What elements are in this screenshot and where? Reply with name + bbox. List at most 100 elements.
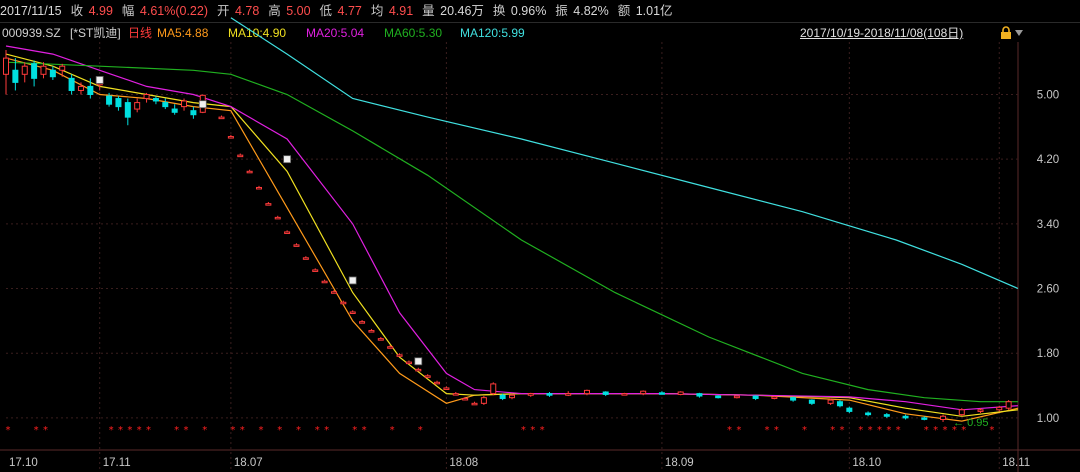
candle-body	[415, 368, 422, 372]
candle-body	[434, 381, 441, 385]
candle-body	[162, 102, 169, 108]
candle-body	[227, 136, 234, 139]
x-tick-label: 17.10	[9, 457, 38, 469]
candle-body	[293, 244, 300, 247]
candle-body	[902, 415, 909, 419]
candle-body	[284, 231, 291, 234]
event-star: *	[146, 425, 151, 436]
event-star: *	[830, 425, 835, 436]
candle-body	[733, 395, 740, 399]
event-marker	[414, 357, 423, 366]
candle-body	[115, 98, 122, 108]
candle-body	[883, 414, 890, 417]
event-star: *	[886, 425, 891, 436]
event-marker	[348, 276, 357, 285]
event-star: *	[418, 425, 423, 436]
candle-body	[396, 354, 403, 357]
event-star: *	[6, 425, 11, 436]
event-marker	[198, 100, 207, 109]
event-star: *	[324, 425, 329, 436]
candle-body	[696, 393, 703, 397]
candle-body	[546, 393, 553, 396]
candle-body	[87, 85, 94, 96]
event-star: *	[315, 425, 320, 436]
candle-body	[40, 65, 47, 75]
candle-body	[21, 65, 28, 75]
event-star: *	[933, 425, 938, 436]
series-line-ma5	[5, 57, 1019, 422]
candle-body	[424, 375, 431, 378]
candle-body	[958, 409, 965, 416]
candle-body	[490, 383, 497, 395]
event-star: *	[296, 425, 301, 436]
candle-body	[349, 311, 356, 314]
x-tick-label: 18.07	[234, 457, 263, 469]
event-marker	[95, 76, 104, 84]
event-star: *	[259, 425, 264, 436]
event-star: *	[727, 425, 732, 436]
candle-body	[246, 170, 253, 174]
candle-body	[124, 102, 131, 118]
candle-body	[143, 94, 150, 100]
candle-body	[171, 108, 178, 113]
candle-body	[274, 216, 281, 220]
event-star: *	[352, 425, 357, 436]
event-star: *	[858, 425, 863, 436]
candle-body	[752, 395, 759, 399]
candle-body	[49, 69, 56, 78]
candle-body	[865, 412, 872, 416]
candle-body	[359, 321, 366, 324]
candle-body	[527, 393, 534, 396]
candle-body	[106, 95, 113, 105]
event-star: *	[240, 425, 245, 436]
x-tick-label: 17.11	[103, 457, 131, 469]
event-star: *	[530, 425, 535, 436]
candle-body	[368, 330, 375, 333]
grid-layer	[0, 42, 1080, 472]
y-tick-label: 3.40	[1037, 219, 1059, 231]
event-star: *	[989, 425, 994, 436]
candle-body	[302, 257, 309, 260]
x-tick-label: 18.09	[665, 457, 694, 469]
candle-body	[715, 395, 722, 399]
candle-body	[134, 102, 141, 110]
candle-body	[59, 65, 66, 71]
axis-layer: 1.00 1.80 2.60 3.40 4.20 5.00 17.10 17.11 18.07 1…	[9, 90, 1059, 469]
event-marker	[283, 155, 292, 164]
y-tick-label: 5.00	[1037, 90, 1059, 102]
candle-body	[677, 391, 684, 395]
candle-body	[1005, 401, 1012, 409]
event-star: *	[736, 425, 741, 436]
candle-body	[68, 77, 75, 91]
candle-body	[471, 402, 478, 406]
candle-body	[480, 397, 487, 404]
candle-body	[152, 98, 159, 102]
event-star: *	[390, 425, 395, 436]
candle-body	[31, 63, 38, 79]
candle-body	[827, 399, 834, 404]
candle-body	[12, 69, 19, 83]
candle-body	[790, 397, 797, 401]
candle-body	[377, 338, 384, 341]
price-chart: ← 0.95 1.00 1.80 2.60 3.40 4.20 5.00 17.10 17.1…	[0, 17, 1080, 472]
x-tick-label: 18.11	[1002, 457, 1030, 469]
event-star: *	[802, 425, 807, 436]
series-line-ma60	[5, 61, 1018, 403]
candle-body	[3, 57, 9, 75]
event-star: *	[184, 425, 189, 436]
candle-body	[621, 393, 628, 396]
event-star: *	[277, 425, 282, 436]
y-tick-label: 4.20	[1037, 154, 1059, 166]
candle-layer	[3, 50, 1012, 422]
event-star: *	[839, 425, 844, 436]
candle-body	[452, 393, 459, 396]
series-layer	[5, 17, 1019, 422]
candle-body	[499, 394, 506, 399]
candle-body	[846, 407, 853, 412]
candle-body	[312, 269, 319, 272]
event-star: *	[43, 425, 48, 436]
event-star: *	[952, 425, 957, 436]
event-star: *	[230, 425, 235, 436]
candle-body	[330, 291, 337, 294]
candle-body	[836, 401, 843, 407]
